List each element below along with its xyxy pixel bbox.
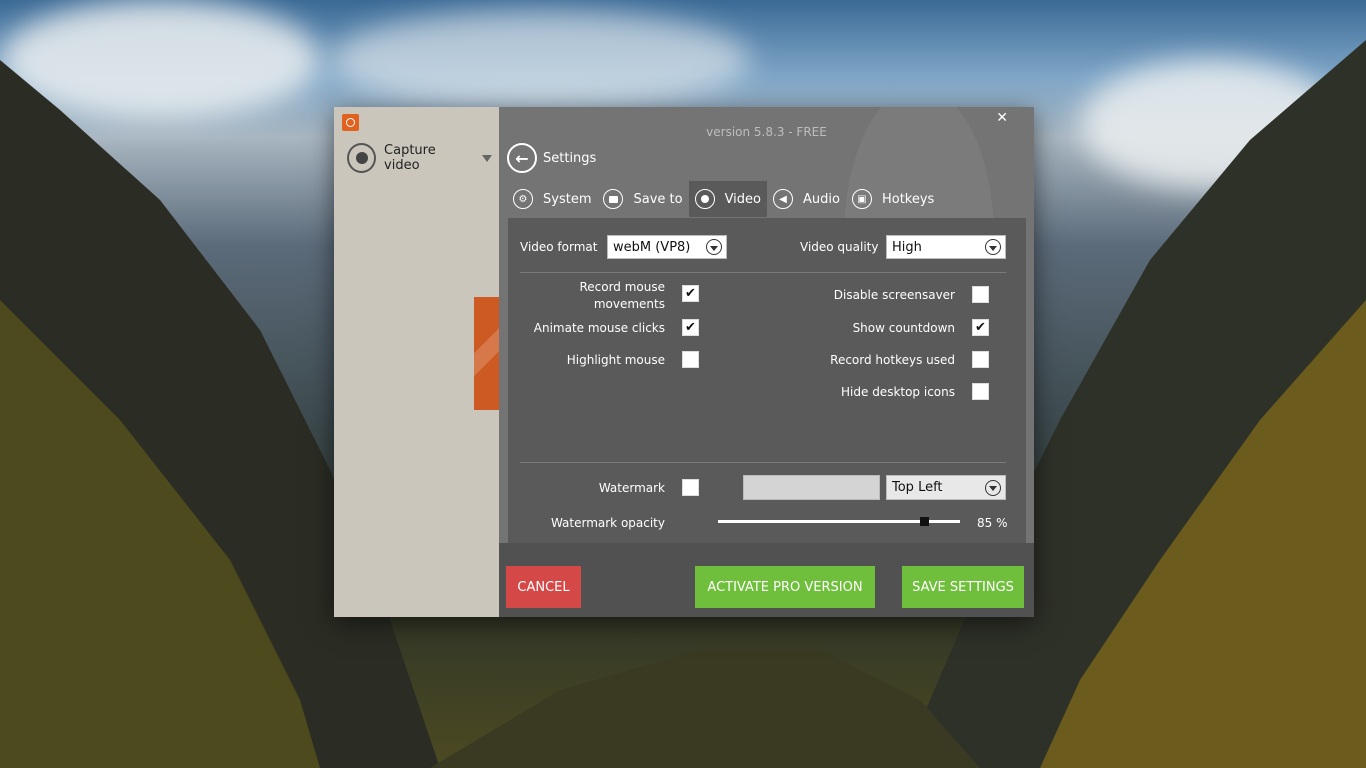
divider — [520, 462, 1006, 463]
tab-audio[interactable]: ◀ Audio — [767, 181, 846, 217]
watermark-position-select[interactable]: Top Left — [886, 475, 1006, 500]
save-settings-button[interactable]: SAVE SETTINGS — [902, 566, 1024, 608]
app-window: Capture video version 5.8.3 - FREE ✕ ← S… — [334, 107, 1034, 617]
activate-pro-button[interactable]: ACTIVATE PRO VERSION — [695, 566, 875, 608]
disable-screensaver-label: Disable screensaver — [833, 288, 955, 302]
video-settings-content: Video format webM (VP8) Video quality Hi… — [508, 218, 1026, 543]
show-countdown-checkbox[interactable]: ✔ — [972, 319, 989, 336]
preview-thumbnail — [474, 297, 499, 410]
cancel-button[interactable]: CANCEL — [506, 566, 581, 608]
watermark-checkbox[interactable] — [682, 479, 699, 496]
record-hotkeys-label: Record hotkeys used — [830, 353, 955, 367]
video-format-select[interactable]: webM (VP8) — [607, 235, 727, 259]
show-countdown-label: Show countdown — [852, 321, 955, 335]
animate-clicks-label: Animate mouse clicks — [533, 321, 665, 335]
settings-panel: version 5.8.3 - FREE ✕ ← Settings ⚙ Syst… — [499, 107, 1034, 617]
tab-save-to[interactable]: Save to — [597, 181, 688, 217]
hide-desktop-icons-label: Hide desktop icons — [841, 385, 955, 399]
close-button[interactable]: ✕ — [996, 111, 1008, 125]
settings-tabs: ⚙ System Save to Video ◀ Audio ▣ Hotkeys — [507, 181, 940, 217]
tab-label: Hotkeys — [881, 191, 935, 207]
record-mouse-label: Record mouse movements — [520, 279, 665, 313]
chevron-down-icon — [985, 479, 1001, 496]
opacity-slider-thumb[interactable] — [919, 517, 929, 526]
app-logo-icon — [342, 114, 359, 131]
highlight-mouse-label: Highlight mouse — [566, 353, 665, 367]
tab-label: System — [543, 191, 592, 207]
hide-desktop-icons-checkbox[interactable] — [972, 383, 989, 400]
chevron-down-icon — [985, 239, 1001, 255]
watermark-opacity-label: Watermark opacity — [550, 516, 665, 530]
capture-video-button[interactable]: Capture video — [347, 142, 492, 174]
animate-clicks-checkbox[interactable]: ✔ — [682, 319, 699, 336]
tab-label: Audio — [803, 191, 840, 207]
video-quality-label: Video quality — [800, 240, 879, 254]
video-format-label: Video format — [520, 240, 598, 254]
gear-icon: ⚙ — [513, 189, 533, 209]
video-format-value: webM (VP8) — [613, 239, 691, 255]
tab-label: Video — [724, 191, 762, 207]
tab-video[interactable]: Video — [688, 181, 768, 217]
left-panel: Capture video — [334, 107, 499, 617]
chevron-down-icon — [706, 239, 722, 255]
disable-screensaver-checkbox[interactable] — [972, 286, 989, 303]
record-icon — [694, 189, 715, 209]
tab-label: Save to — [633, 191, 683, 207]
watermark-text-input[interactable] — [743, 475, 880, 500]
opacity-value: 85 % — [977, 516, 1008, 530]
record-hotkeys-checkbox[interactable] — [972, 351, 989, 368]
tab-system[interactable]: ⚙ System — [507, 181, 597, 217]
watermark-label: Watermark — [598, 481, 665, 495]
video-quality-select[interactable]: High — [886, 235, 1006, 259]
record-icon — [347, 143, 377, 173]
record-mouse-checkbox[interactable]: ✔ — [682, 285, 699, 302]
chevron-down-icon[interactable] — [482, 154, 492, 162]
record-mouse-label-line1: Record mouse — [579, 280, 665, 294]
video-quality-value: High — [892, 239, 922, 255]
record-mouse-label-line2: movements — [593, 297, 665, 311]
capture-video-label: Capture video — [384, 143, 436, 173]
settings-title: Settings — [543, 150, 597, 166]
tab-hotkeys[interactable]: ▣ Hotkeys — [846, 181, 940, 217]
back-arrow-icon: ← — [507, 143, 537, 173]
keyboard-icon: ▣ — [851, 189, 872, 209]
version-label: version 5.8.3 - FREE — [706, 125, 827, 139]
speaker-icon: ◀ — [773, 189, 794, 209]
back-button[interactable]: ← Settings — [507, 143, 596, 173]
folder-icon — [603, 189, 624, 209]
divider — [520, 272, 1006, 273]
watermark-position-value: Top Left — [892, 480, 943, 495]
highlight-mouse-checkbox[interactable] — [682, 351, 699, 368]
footer-bar: CANCEL ACTIVATE PRO VERSION SAVE SETTING… — [499, 543, 1034, 617]
